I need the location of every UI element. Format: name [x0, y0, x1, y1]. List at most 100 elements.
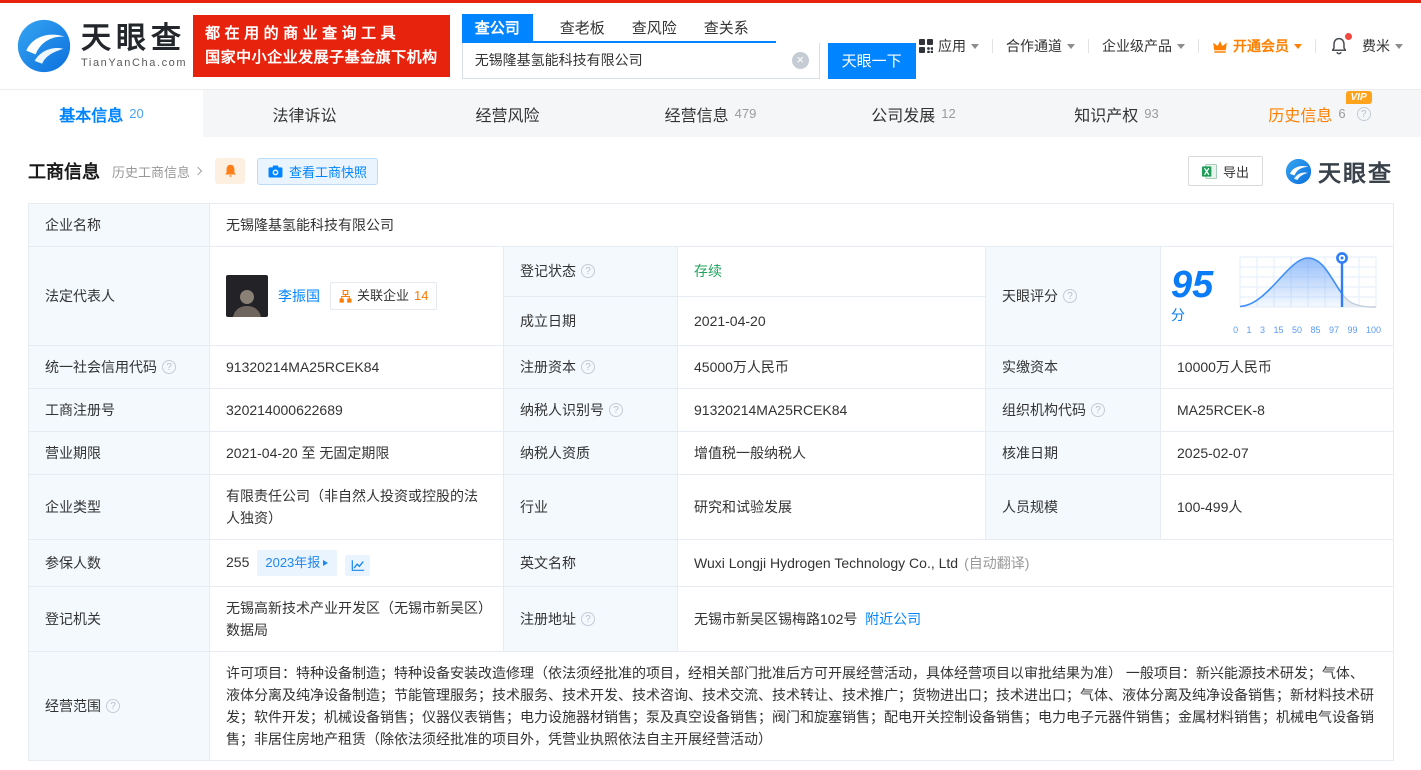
legal-rep-link[interactable]: 李振国	[278, 285, 320, 307]
tab-basic-info[interactable]: 基本信息 20	[0, 90, 203, 137]
company-page-tabs: 基本信息 20 法律诉讼 经营风险 经营信息 479 公司发展 12 知识产权 …	[0, 89, 1421, 137]
tab-label: 历史信息	[1268, 107, 1333, 125]
search-area: 查公司 查老板 查风险 查关系 天眼一下	[461, 13, 916, 79]
tyc-score-label: 天眼评分	[985, 246, 1161, 346]
excel-icon	[1201, 163, 1217, 179]
export-button[interactable]: 导出	[1187, 156, 1263, 186]
help-icon[interactable]	[609, 403, 623, 417]
tab-count: 479	[734, 106, 757, 121]
industry-value: 研究和试验发展	[677, 474, 986, 540]
crown-icon	[1213, 41, 1227, 53]
annual-report-badge[interactable]: 2023年报	[257, 550, 338, 576]
tab-history-info[interactable]: VIP 历史信息 6	[1218, 90, 1421, 137]
english-name-value: Wuxi Longji Hydrogen Technology Co., Ltd…	[676, 539, 1395, 587]
nav-apps[interactable]: 应用	[919, 36, 979, 56]
notifications-bell[interactable]	[1329, 33, 1352, 56]
table-row: 经营范围 许可项目：特种设备制造；特种设备安装改造修理（依法须经批准的项目，经相…	[28, 651, 1395, 761]
logo-swirl-icon	[17, 19, 71, 73]
help-icon[interactable]	[581, 264, 595, 279]
legal-rep-photo[interactable]	[226, 275, 268, 317]
divider	[992, 39, 993, 53]
score-chart: 01 3 15 50 85 97 99 100	[1233, 251, 1383, 341]
search-tabs: 查公司 查老板 查风险 查关系	[461, 13, 776, 43]
triangle-right-icon	[323, 560, 331, 566]
approval-date-label: 核准日期	[985, 431, 1161, 475]
history-business-info-link[interactable]: 历史工商信息	[112, 162, 203, 181]
tab-operating-info[interactable]: 经营信息 479	[609, 90, 812, 137]
nearby-companies-link[interactable]: 附近公司	[865, 611, 921, 627]
clear-search-icon[interactable]	[791, 51, 809, 69]
chevron-right-icon	[193, 166, 203, 176]
legal-rep-label: 法定代表人	[28, 246, 210, 346]
help-icon[interactable]	[106, 699, 120, 713]
chevron-down-icon	[1395, 44, 1403, 53]
help-icon[interactable]	[1356, 106, 1371, 121]
company-name-value: 无锡隆基氢能科技有限公司	[208, 203, 1395, 247]
trend-chart-button[interactable]	[345, 555, 371, 576]
company-type-label: 企业类型	[28, 474, 210, 540]
related-companies-badge[interactable]: 关联企业 14	[330, 282, 438, 310]
tab-company-development[interactable]: 公司发展 12	[812, 90, 1015, 137]
org-code-value: MA25RCEK-8	[1159, 388, 1395, 432]
chevron-down-icon	[1177, 44, 1185, 53]
watermark-text: 天眼查	[1318, 160, 1393, 186]
search-tab-relation[interactable]: 查关系	[704, 14, 749, 41]
divider	[1315, 39, 1316, 53]
help-icon[interactable]	[162, 360, 176, 374]
insured-value: 255 2023年报	[209, 539, 504, 587]
search-button[interactable]: 天眼一下	[827, 42, 916, 79]
nav-user[interactable]: 费米	[1362, 36, 1403, 56]
est-date-label: 成立日期	[503, 295, 678, 346]
business-term-label: 营业期限	[28, 431, 210, 475]
search-input[interactable]	[462, 42, 819, 78]
chevron-down-icon	[1294, 44, 1302, 53]
taxpayer-quality-label: 纳税人资质	[503, 431, 678, 475]
address-label: 注册地址	[503, 586, 678, 652]
business-scope-label: 经营范围	[28, 651, 210, 761]
related-companies-label: 关联企业	[357, 288, 410, 303]
line-chart-icon	[351, 560, 364, 571]
paid-capital-label: 实缴资本	[985, 345, 1161, 389]
tianyancha-logo[interactable]: 天眼查 TianYanCha.com	[16, 18, 187, 74]
help-icon[interactable]	[581, 360, 595, 374]
history-link-label: 历史工商信息	[112, 164, 191, 180]
search-tab-company[interactable]: 查公司	[461, 13, 533, 41]
paid-capital-value: 10000万人民币	[1159, 345, 1395, 389]
table-row: 登记机关 无锡高新技术产业开发区（无锡市新吴区）数据局 注册地址 无锡市新吴区锡…	[28, 586, 1395, 652]
help-icon[interactable]	[581, 612, 595, 626]
score-number: 95	[1171, 264, 1214, 306]
section-title: 工商信息	[28, 162, 100, 182]
tab-legal-proceedings[interactable]: 法律诉讼	[203, 90, 406, 137]
help-icon[interactable]	[1091, 403, 1105, 417]
table-row: 企业名称 无锡隆基氢能科技有限公司	[28, 203, 1395, 247]
monitor-bell-button[interactable]	[215, 158, 246, 184]
nav-open-vip[interactable]: 开通会员	[1212, 36, 1302, 56]
nav-cooperation-label: 合作通道	[1006, 38, 1062, 54]
est-date-value: 2021-04-20	[677, 295, 986, 346]
search-tab-risk[interactable]: 查风险	[632, 14, 677, 41]
tab-label: 经营信息	[664, 107, 729, 125]
nav-cooperation[interactable]: 合作通道	[1006, 36, 1075, 56]
nav-enterprise-products[interactable]: 企业级产品	[1102, 36, 1185, 56]
score-value: 95分	[1171, 266, 1223, 326]
promo-banner: 都在用的商业查询工具 国家中小企业发展子基金旗下机构	[193, 15, 450, 77]
tab-operating-risk[interactable]: 经营风险	[406, 90, 609, 137]
nav-enterprise-products-label: 企业级产品	[1102, 38, 1172, 54]
view-snapshot-button[interactable]: 查看工商快照	[257, 157, 379, 185]
taxpayer-quality-value: 增值税一般纳税人	[677, 431, 986, 475]
search-tab-boss[interactable]: 查老板	[560, 14, 605, 41]
taxpayer-id-label: 纳税人识别号	[503, 388, 678, 432]
tab-label: 知识产权	[1074, 107, 1139, 125]
reg-number-label: 工商注册号	[28, 388, 210, 432]
reg-capital-label: 注册资本	[503, 345, 678, 389]
tab-label: 基本信息	[59, 107, 124, 125]
business-info-table: 企业名称 无锡隆基氢能科技有限公司 法定代表人 李振国 关联企业 14 登记状态…	[28, 203, 1395, 761]
related-companies-count: 14	[414, 288, 429, 303]
insured-label: 参保人数	[28, 539, 210, 587]
table-row: 参保人数 255 2023年报 英文名称 Wuxi Longji Hydrogen…	[28, 539, 1395, 587]
org-chart-icon	[339, 289, 352, 303]
help-icon[interactable]	[1063, 289, 1077, 303]
tyc-score-cell: 95分 0 1 3 15 50 85 97 99 100	[1159, 246, 1395, 346]
tab-intellectual-property[interactable]: 知识产权 93	[1015, 90, 1218, 137]
person-silhouette-icon	[233, 290, 261, 317]
